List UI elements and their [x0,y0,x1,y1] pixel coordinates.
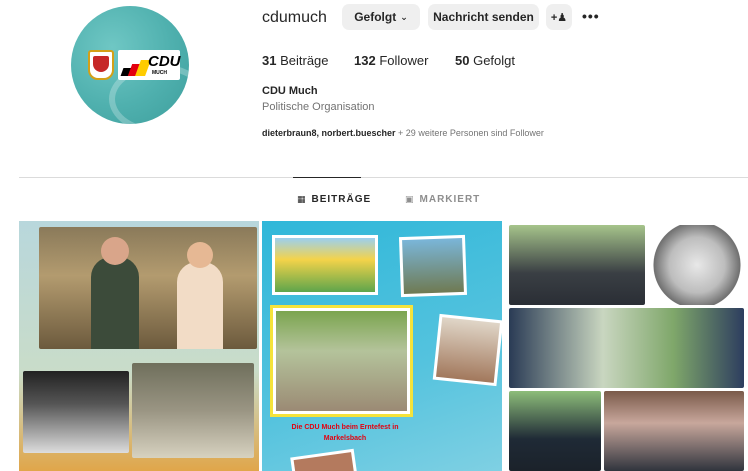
logo-sub-text: MUCH [152,70,167,76]
post-photo-band [23,371,129,453]
profile-avatar[interactable]: CDU MUCH [71,6,189,124]
post-photo-crowd [509,391,601,471]
more-dots-icon[interactable]: ••• [582,8,600,24]
send-message-label: Nachricht senden [433,10,534,24]
post-photo-reception [604,391,744,471]
posts-count: 31 [262,53,277,68]
active-tab-indicator [293,177,361,178]
followed-by-text[interactable]: dieterbraun8, norbert.buescher + 29 weit… [262,128,544,138]
post-photo-coin [650,225,744,305]
coat-of-arms-icon [88,50,114,80]
followed-by-rest: + 29 weitere Personen sind Follower [395,128,544,138]
profile-username: cdumuch [262,9,327,26]
post-caption: Die CDU Much beim Erntefest in Markelsba… [291,424,399,442]
post-photo-portraits [509,308,744,388]
tabs-divider [19,177,748,178]
logo-brand-text: CDU [148,53,181,70]
profile-full-name: CDU Much [262,85,318,97]
send-message-button[interactable]: Nachricht senden [428,4,539,30]
profile-category: Politische Organisation [262,101,375,113]
collage-photo [432,313,502,387]
tab-tagged-label: MARKIERT [419,194,481,205]
tagged-icon: ▣ [405,194,415,204]
collage-photo-group [270,305,413,417]
followed-by-names: dieterbraun8, norbert.buescher [262,128,396,138]
post-photo-speakers [39,227,257,349]
person-figure [91,237,139,349]
stat-followers[interactable]: 132 Follower [354,53,428,68]
chevron-down-icon: ⌄ [400,11,408,22]
following-button-label: Gefolgt [354,10,397,24]
posts-label: Beiträge [280,53,329,68]
collage-photo [290,448,358,471]
followers-count: 132 [354,53,376,68]
grid-icon: ▦ [297,194,307,204]
post-photo-group [509,225,645,305]
add-person-icon[interactable]: +♟ [546,4,572,30]
post-thumbnail[interactable] [19,221,259,471]
person-figure [177,242,223,349]
tab-posts[interactable]: ▦ BEITRÄGE [297,194,371,205]
following-button[interactable]: Gefolgt ⌄ [342,4,420,30]
collage-photo [272,235,378,295]
tab-tagged[interactable]: ▣ MARKIERT [405,194,480,205]
cdu-logo: CDU MUCH [118,50,181,80]
tab-posts-label: BEITRÄGE [311,194,372,205]
post-photo-audience [132,363,254,458]
post-thumbnail[interactable] [505,221,748,471]
stat-posts: 31 Beiträge [262,53,329,68]
post-thumbnail[interactable]: Die CDU Much beim Erntefest in Markelsba… [262,221,502,471]
collage-photo [398,234,468,298]
stat-following[interactable]: 50 Gefolgt [455,53,515,68]
following-count: 50 [455,53,470,68]
following-label: Gefolgt [473,53,516,68]
followers-label: Follower [379,53,429,68]
